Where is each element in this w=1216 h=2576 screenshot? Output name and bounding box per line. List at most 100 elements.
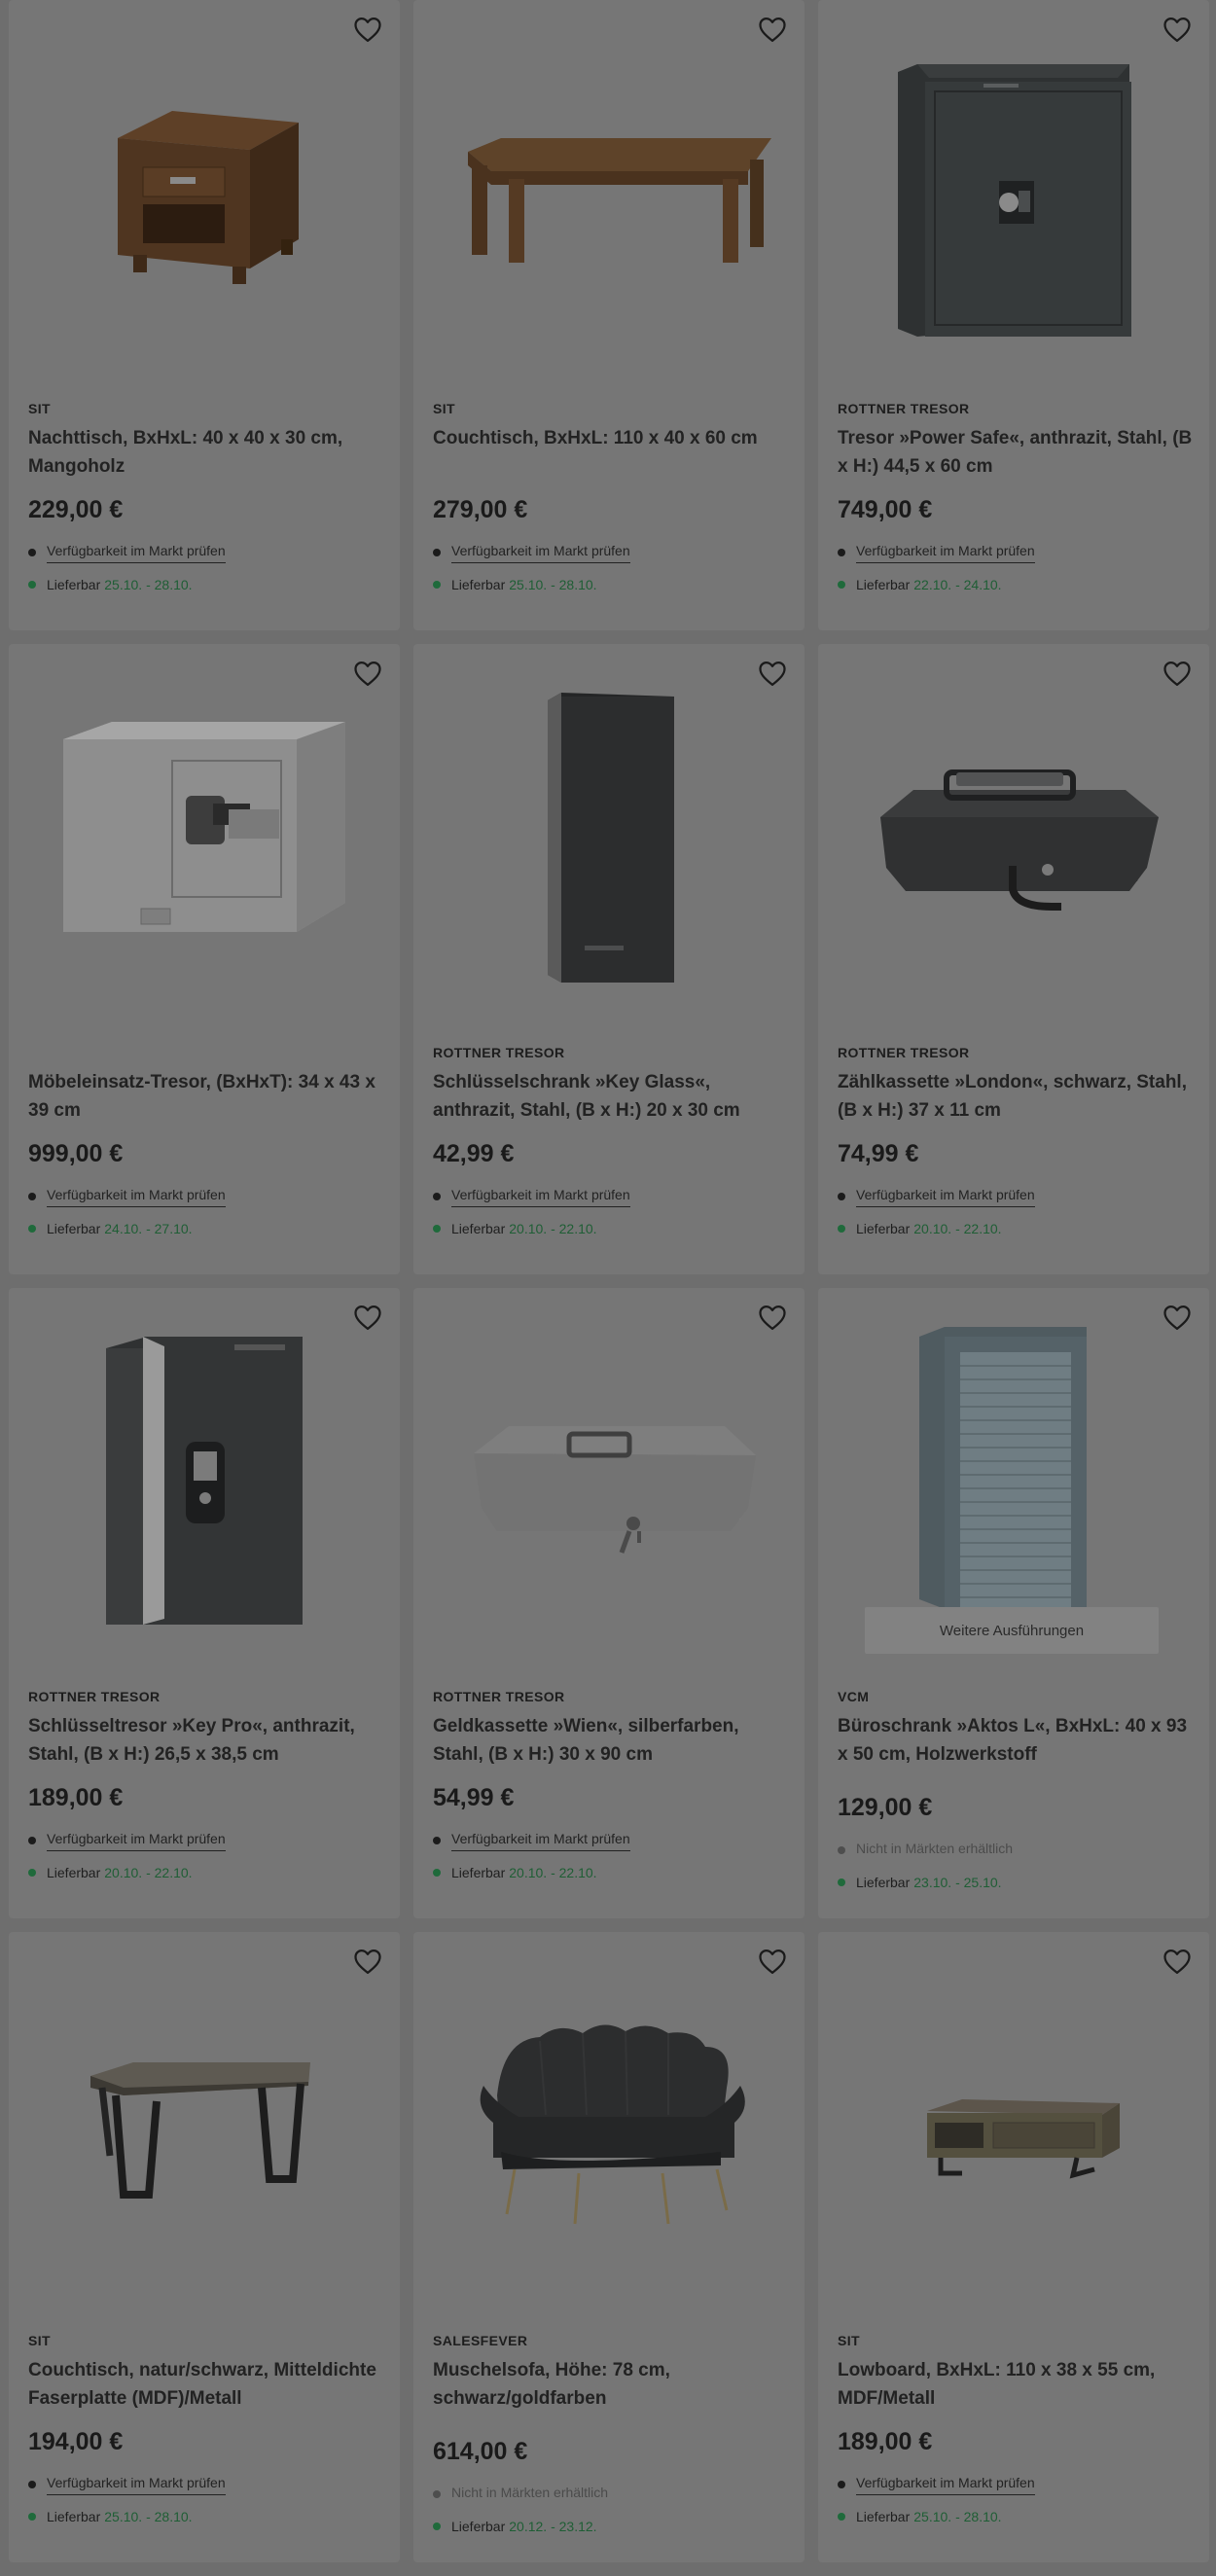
availability-text[interactable]: Verfügbarkeit im Markt prüfen	[856, 543, 1035, 563]
product-card[interactable]: Weitere Ausführungen VCM Büroschrank »Ak…	[818, 1288, 1209, 1918]
product-card[interactable]: ROTTNER TRESOR Schlüsseltresor »Key Pro«…	[9, 1288, 400, 1918]
product-brand	[28, 1045, 384, 1064]
store-availability[interactable]: Verfügbarkeit im Markt prüfen	[28, 2474, 384, 2495]
product-image[interactable]	[9, 1288, 400, 1677]
product-title[interactable]: Couchtisch, BxHxL: 110 x 40 x 60 cm	[433, 424, 789, 481]
wishlist-heart-icon[interactable]	[758, 1948, 787, 1975]
store-availability[interactable]: Verfügbarkeit im Markt prüfen	[28, 542, 384, 563]
product-image[interactable]	[413, 0, 805, 389]
delivery-dates: 20.10. - 22.10.	[509, 1221, 597, 1236]
product-title[interactable]: Muschelsofa, Höhe: 78 cm, schwarz/goldfa…	[433, 2356, 789, 2413]
store-availability[interactable]: Verfügbarkeit im Markt prüfen	[28, 1830, 384, 1851]
store-availability[interactable]: Verfügbarkeit im Markt prüfen	[433, 1186, 789, 1207]
availability-dot-icon	[433, 2490, 441, 2498]
product-title[interactable]: Schlüsselschrank »Key Glass«, anthrazit,…	[433, 1068, 789, 1125]
availability-text[interactable]: Verfügbarkeit im Markt prüfen	[451, 1187, 630, 1207]
delivery-dates: 25.10. - 28.10.	[509, 577, 597, 592]
product-price: 614,00 €	[433, 2438, 528, 2465]
product-title[interactable]: Lowboard, BxHxL: 110 x 38 x 55 cm, MDF/M…	[838, 2356, 1194, 2413]
store-availability[interactable]: Verfügbarkeit im Markt prüfen	[838, 542, 1194, 563]
product-card[interactable]: ROTTNER TRESOR Geldkassette »Wien«, silb…	[413, 1288, 805, 1918]
delivery-dates: 20.10. - 22.10.	[913, 1221, 1002, 1236]
product-image[interactable]	[9, 644, 400, 1033]
delivery-status-dot-icon	[28, 1225, 36, 1233]
product-title[interactable]: Tresor »Power Safe«, anthrazit, Stahl, (…	[838, 424, 1194, 481]
product-card[interactable]: SIT Couchtisch, BxHxL: 110 x 40 x 60 cm …	[413, 0, 805, 630]
product-brand: ROTTNER TRESOR	[838, 1045, 970, 1060]
wishlist-heart-icon[interactable]	[758, 16, 787, 43]
store-availability[interactable]: Verfügbarkeit im Markt prüfen	[433, 1830, 789, 1851]
wishlist-heart-icon[interactable]	[353, 1304, 382, 1331]
product-image[interactable]	[818, 0, 1209, 389]
delivery-info: Lieferbar 25.10. - 28.10.	[28, 577, 384, 592]
product-title[interactable]: Schlüsseltresor »Key Pro«, anthrazit, St…	[28, 1712, 384, 1769]
delivery-info: Lieferbar 25.10. - 28.10.	[838, 2509, 1194, 2524]
product-card[interactable]: ROTTNER TRESOR Tresor »Power Safe«, anth…	[818, 0, 1209, 630]
availability-dot-icon	[28, 1193, 36, 1200]
delivery-status-dot-icon	[838, 1878, 845, 1886]
delivery-status-dot-icon	[838, 2513, 845, 2521]
product-title[interactable]: Möbeleinsatz-Tresor, (BxHxT): 34 x 43 x …	[28, 1068, 384, 1125]
delivery-label: Lieferbar	[856, 1875, 911, 1890]
product-card[interactable]: SIT Lowboard, BxHxL: 110 x 38 x 55 cm, M…	[818, 1932, 1209, 2562]
product-price: 189,00 €	[28, 1784, 124, 1811]
availability-text[interactable]: Verfügbarkeit im Markt prüfen	[47, 1187, 226, 1207]
product-card[interactable]: ROTTNER TRESOR Zählkassette »London«, sc…	[818, 644, 1209, 1274]
wishlist-heart-icon[interactable]	[1162, 1304, 1192, 1331]
product-title[interactable]: Nachttisch, BxHxL: 40 x 40 x 30 cm, Mang…	[28, 424, 384, 481]
availability-text[interactable]: Verfügbarkeit im Markt prüfen	[451, 1831, 630, 1851]
availability-text[interactable]: Verfügbarkeit im Markt prüfen	[856, 2475, 1035, 2495]
product-info: ROTTNER TRESOR Zählkassette »London«, sc…	[838, 1045, 1194, 1236]
product-card[interactable]: SALESFEVER Muschelsofa, Höhe: 78 cm, sch…	[413, 1932, 805, 2562]
product-image[interactable]	[413, 1288, 805, 1677]
wishlist-heart-icon[interactable]	[1162, 1948, 1192, 1975]
delivery-dates: 25.10. - 28.10.	[104, 2509, 193, 2524]
product-title[interactable]: Couchtisch, natur/schwarz, Mitteldichte …	[28, 2356, 384, 2413]
availability-text[interactable]: Verfügbarkeit im Markt prüfen	[451, 543, 630, 563]
wishlist-heart-icon[interactable]	[1162, 16, 1192, 43]
product-image[interactable]	[9, 1932, 400, 2321]
wishlist-heart-icon[interactable]	[1162, 660, 1192, 687]
availability-dot-icon	[433, 1193, 441, 1200]
product-price: 749,00 €	[838, 496, 933, 523]
product-card[interactable]: Möbeleinsatz-Tresor, (BxHxT): 34 x 43 x …	[9, 644, 400, 1274]
product-title[interactable]: Zählkassette »London«, schwarz, Stahl, (…	[838, 1068, 1194, 1125]
store-availability[interactable]: Verfügbarkeit im Markt prüfen	[838, 2474, 1194, 2495]
wishlist-heart-icon[interactable]	[353, 1948, 382, 1975]
product-title[interactable]: Büroschrank »Aktos L«, BxHxL: 40 x 93 x …	[838, 1712, 1194, 1769]
store-availability[interactable]: Verfügbarkeit im Markt prüfen	[838, 1186, 1194, 1207]
availability-dot-icon	[838, 1193, 845, 1200]
wishlist-heart-icon[interactable]	[353, 660, 382, 687]
availability-text[interactable]: Verfügbarkeit im Markt prüfen	[47, 1831, 226, 1851]
delivery-status-dot-icon	[433, 2522, 441, 2530]
availability-text[interactable]: Verfügbarkeit im Markt prüfen	[47, 543, 226, 563]
product-price: 194,00 €	[28, 2428, 124, 2455]
product-title[interactable]: Geldkassette »Wien«, silberfarben, Stahl…	[433, 1712, 789, 1769]
delivery-dates: 20.10. - 22.10.	[509, 1865, 597, 1880]
availability-text[interactable]: Verfügbarkeit im Markt prüfen	[47, 2475, 226, 2495]
store-availability[interactable]: Verfügbarkeit im Markt prüfen	[433, 542, 789, 563]
more-variants-button[interactable]: Weitere Ausführungen	[865, 1607, 1159, 1654]
wishlist-heart-icon[interactable]	[353, 16, 382, 43]
delivery-label: Lieferbar	[47, 1865, 101, 1880]
delivery-info: Lieferbar 23.10. - 25.10.	[838, 1875, 1194, 1890]
wishlist-heart-icon[interactable]	[758, 660, 787, 687]
product-image[interactable]	[413, 1932, 805, 2321]
product-price: 229,00 €	[28, 496, 124, 523]
product-brand: SIT	[838, 2333, 860, 2348]
product-card[interactable]: ROTTNER TRESOR Schlüsselschrank »Key Gla…	[413, 644, 805, 1274]
product-image[interactable]	[818, 1932, 1209, 2321]
store-availability[interactable]: Verfügbarkeit im Markt prüfen	[28, 1186, 384, 1207]
product-card[interactable]: SIT Couchtisch, natur/schwarz, Mitteldic…	[9, 1932, 400, 2562]
wishlist-heart-icon[interactable]	[758, 1304, 787, 1331]
store-availability: Nicht in Märkten erhältlich	[838, 1840, 1194, 1861]
delivery-info: Lieferbar 20.10. - 22.10.	[28, 1865, 384, 1880]
product-image[interactable]	[413, 644, 805, 1033]
product-card[interactable]: SIT Nachttisch, BxHxL: 40 x 40 x 30 cm, …	[9, 0, 400, 630]
availability-text[interactable]: Verfügbarkeit im Markt prüfen	[856, 1187, 1035, 1207]
product-image[interactable]	[9, 0, 400, 389]
product-image[interactable]	[818, 644, 1209, 1033]
delivery-status-dot-icon	[433, 581, 441, 589]
product-brand: ROTTNER TRESOR	[838, 401, 970, 416]
delivery-info: Lieferbar 20.10. - 22.10.	[433, 1865, 789, 1880]
